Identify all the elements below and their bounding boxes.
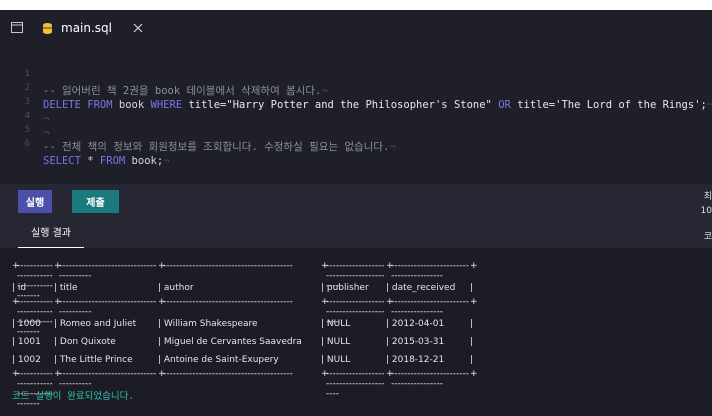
keyword: FROM xyxy=(99,155,126,167)
keyword: OR xyxy=(498,99,511,111)
eol-marker: ¬ xyxy=(706,99,712,111)
table-header: | id | title | author | publisher | date_rec… xyxy=(12,279,473,297)
column-header: | author xyxy=(158,283,194,293)
eol-marker: ¬ xyxy=(43,127,50,139)
eol-marker: ¬ xyxy=(163,155,170,167)
table-cell: | NULL xyxy=(321,355,351,365)
tab-main-sql[interactable]: main.sql xyxy=(36,10,160,46)
submit-button[interactable]: 제출 xyxy=(72,190,119,213)
files-icon[interactable] xyxy=(11,22,23,33)
eol-marker: ¬ xyxy=(321,85,328,97)
keyword: WHERE xyxy=(150,99,183,111)
condition: title="Harry Potter and the Philosopher'… xyxy=(188,99,492,111)
line-number: 6 xyxy=(24,139,30,149)
close-icon[interactable] xyxy=(133,23,143,33)
code-editor[interactable]: 1 -- 잃어버린 책 2권을 book 테이블에서 삭제하여 봅시다.¬ 2 … xyxy=(0,46,712,184)
table-separator: + ---------------------------------------… xyxy=(12,261,478,301)
table-cell: | 2015-03-31 xyxy=(386,337,445,347)
table-cell: | 1002 xyxy=(12,355,41,365)
side-panel-text: 코 xyxy=(703,232,712,242)
side-panel-text: 최 xyxy=(703,192,712,202)
tab-label: main.sql xyxy=(61,21,112,35)
side-panel-text: 10 xyxy=(700,206,712,216)
action-toolbar: 실행 제출 최 10 코 실행 결과 xyxy=(0,184,712,249)
result-table: + ---------------------------------------… xyxy=(12,261,478,409)
tab-results[interactable]: 실행 결과 xyxy=(18,227,84,249)
table-cell: | Don Quixote xyxy=(54,337,116,347)
identifier: book; xyxy=(131,155,164,167)
table-row: | 1001 | Don Quixote | Miguel de Cervantes… xyxy=(12,333,473,351)
column-header: | title xyxy=(54,283,78,293)
eol-marker: ¬ xyxy=(43,113,50,125)
table-cell: | William Shakespeare xyxy=(158,319,258,329)
table-cell: | The Little Prince xyxy=(54,355,133,365)
table-cell: | NULL xyxy=(321,337,351,347)
table-cell: | Antoine de Saint-Exupery xyxy=(158,355,279,365)
condition: title='The Lord of the Rings'; xyxy=(517,99,707,111)
table-row: | 1002 | The Little Prince | Antoine de Sa… xyxy=(12,351,473,369)
keyword: DELETE FROM xyxy=(43,99,113,111)
output-console: + ---------------------------------------… xyxy=(0,248,712,416)
table-separator: + ---------------------------------------… xyxy=(12,369,478,409)
eol-marker: ¬ xyxy=(389,141,396,153)
table-cell: | 2018-12-21 xyxy=(386,355,445,365)
comment-text: -- 잃어버린 책 2권을 book 테이블에서 삭제하여 봅시다. xyxy=(43,85,322,97)
tab-bar: main.sql xyxy=(0,10,712,46)
table-row: | 1000 | Romeo and Juliet | William Shakes… xyxy=(12,315,473,333)
run-button[interactable]: 실행 xyxy=(18,190,52,213)
database-icon xyxy=(43,22,52,34)
top-strip xyxy=(0,0,712,10)
status-message: 코드 실행이 완료되었습니다. xyxy=(12,391,135,402)
table-cell: | 2012-04-01 xyxy=(386,319,445,329)
table-separator: + ---------------------------------------… xyxy=(12,297,478,337)
identifier: book xyxy=(118,99,145,111)
table-cell: | Romeo and Juliet xyxy=(54,319,137,329)
operator: * xyxy=(87,155,94,167)
table-cell: | Miguel de Cervantes Saavedra xyxy=(158,337,302,347)
code-line: 6 SELECT * FROM book;¬ xyxy=(0,119,170,167)
keyword: SELECT xyxy=(43,155,81,167)
comment-text: -- 전체 책의 정보와 회원정보를 조회합니다. 수정하실 필요는 없습니다. xyxy=(43,141,390,153)
column-header: | date_received xyxy=(386,283,456,293)
